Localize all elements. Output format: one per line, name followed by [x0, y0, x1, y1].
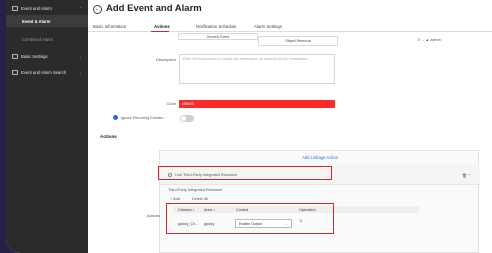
add-resource-button[interactable]: + Add [170, 197, 180, 201]
table-cell-generic-event: Generic Event [178, 33, 258, 40]
sidebar-item-event-and-alarm[interactable]: Event and Alarm ⌃ [6, 2, 88, 14]
settings-icon [12, 53, 18, 59]
search-icon [12, 69, 18, 75]
description-label: Description [155, 57, 176, 62]
resource-section-title: Third-Party Integrated Resource [168, 188, 223, 192]
highlight-link-resource [158, 166, 332, 180]
app-window: Event and Alarm ⌃ Event & Alarm Combined… [6, 0, 492, 253]
actions-row-label: Actions [146, 213, 160, 218]
tab-notification-schedule[interactable]: Notification Schedule [196, 24, 236, 29]
chevron-down-icon: ⌄ [78, 69, 82, 75]
sidebar-item-combined-alarm[interactable]: Combined Alarm [6, 33, 88, 45]
active-tab-indicator [151, 31, 169, 32]
actions-section-title: Actions [100, 134, 117, 139]
main-panel: ← Add Event and Alarm Basic Information … [88, 0, 492, 253]
chevron-down-icon: ⌄ [78, 53, 82, 59]
page-title: Add Event and Alarm [106, 3, 202, 14]
add-linkage-action-link[interactable]: Add Linkage Action [160, 155, 480, 160]
chevron-up-icon: ⌃ [78, 5, 82, 11]
tab-basic-information[interactable]: Basic Information [93, 24, 126, 29]
delete-icon[interactable]: 🗑 ⌃ [462, 173, 471, 178]
ignore-recurring-toggle[interactable] [180, 115, 194, 122]
alarm-icon [12, 5, 18, 11]
table-cell-object-removal: Object Removal [258, 36, 338, 46]
color-label: Color [166, 101, 176, 106]
sidebar-item-event-alarm-search[interactable]: Event and Alarm Search ⌄ [6, 66, 88, 78]
sidebar-item-event-alarm[interactable]: Event & Alarm [6, 15, 88, 27]
tab-bar: Basic Information Actions Notification S… [88, 21, 492, 32]
description-field[interactable]: Enter the instructions to handle the eve… [179, 54, 335, 84]
color-field[interactable]: #ff0000 [179, 100, 335, 108]
delete-all-button[interactable]: Delete All [192, 197, 208, 201]
top-right-user-info: E ⌵ ▲ admin [418, 38, 441, 42]
sidebar: Event and Alarm ⌃ Event & Alarm Combined… [6, 0, 88, 253]
info-icon [113, 115, 118, 120]
highlight-resource-table [166, 203, 334, 234]
tab-alarm-settings[interactable]: Alarm Settings [254, 24, 282, 29]
ignore-recurring-label: Ignore Recurring Events/... [121, 116, 167, 120]
back-arrow-icon[interactable]: ← [93, 5, 102, 14]
tab-actions[interactable]: Actions [154, 24, 170, 29]
device-frame: Event and Alarm ⌃ Event & Alarm Combined… [0, 0, 492, 253]
sidebar-item-basic-settings[interactable]: Basic Settings ⌄ [6, 50, 88, 62]
